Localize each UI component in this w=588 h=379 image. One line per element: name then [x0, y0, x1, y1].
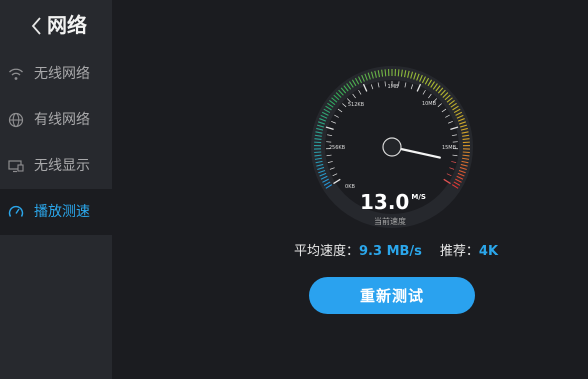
gauge-scale-tick [449, 167, 455, 170]
gauge-scale-tick [410, 84, 414, 90]
gauge-scale-tick [441, 108, 447, 113]
gauge-scale-tick [448, 120, 453, 124]
gauge-scale-tick [331, 120, 336, 124]
tick-label: 512KB [348, 102, 365, 108]
gauge-scale-tick [327, 161, 333, 163]
gauge-scale-tick [329, 167, 335, 170]
needle-hub [382, 137, 402, 157]
gauge-scale-tick [451, 161, 457, 163]
speed-unit: M/S [411, 193, 426, 201]
gauge-scale-tick [342, 103, 347, 108]
gauge-scale-tick [327, 134, 333, 137]
gauge-arc-mark [384, 69, 387, 77]
gauge-scale-tick [452, 154, 458, 157]
gauge-scale-tick [352, 93, 356, 99]
tick-label: 256KB [329, 145, 346, 151]
gauge-scale-tick [422, 89, 426, 95]
recommended-value: 4K [478, 244, 499, 259]
gauge-arc-mark [397, 69, 400, 77]
speed-caption: 当前速度 [374, 217, 406, 226]
speed-gauge: 0KB 256KB 512KB 1MB 10MB 15MB [311, 66, 473, 228]
gauge-arc-mark [314, 151, 322, 154]
retest-button[interactable]: 重新测试 [309, 277, 475, 314]
gauge-arc-mark [462, 151, 470, 154]
gauge-scale-tick [334, 114, 339, 118]
tick-label: 10MB [422, 101, 437, 107]
gauge-scale-tick [445, 114, 450, 118]
gauge-scale-tick [451, 134, 457, 137]
average-speed-label: 平均速度： [294, 244, 360, 259]
gauge-scale-tick [337, 108, 343, 113]
gauge-scale-tick [370, 84, 374, 90]
speed-stats: 平均速度：9.3 MB/s 推荐：4K [294, 240, 498, 259]
tick-label: 0KB [345, 184, 355, 190]
recommended-label: 推荐： [439, 244, 479, 259]
gauge-arc-mark [462, 138, 470, 140]
average-speed-value: 9.3 MB/s [359, 244, 422, 259]
gauge-scale-tick [398, 81, 400, 87]
gauge-tick-labels: 0KB 256KB 512KB 1MB 10MB 15MB [329, 84, 457, 190]
gauge-scale-tick [437, 103, 442, 108]
gauge-scale-tick [332, 173, 338, 177]
current-speed-readout: 13.0 M/S [360, 190, 426, 214]
gauge-scale-tick [377, 82, 380, 88]
gauge-scale-tick [428, 93, 432, 99]
gauge-scale-tick [404, 82, 407, 88]
gauge-scale-tick [384, 81, 386, 87]
speed-value: 13.0 [360, 190, 410, 214]
gauge-scale-tick [446, 173, 452, 177]
gauge-scale-tick [326, 154, 332, 157]
gauge-arc-mark [314, 138, 322, 140]
tick-label: 15MB [442, 145, 457, 151]
tick-label: 1MB [388, 84, 399, 90]
gauge-scale-tick [358, 89, 362, 95]
